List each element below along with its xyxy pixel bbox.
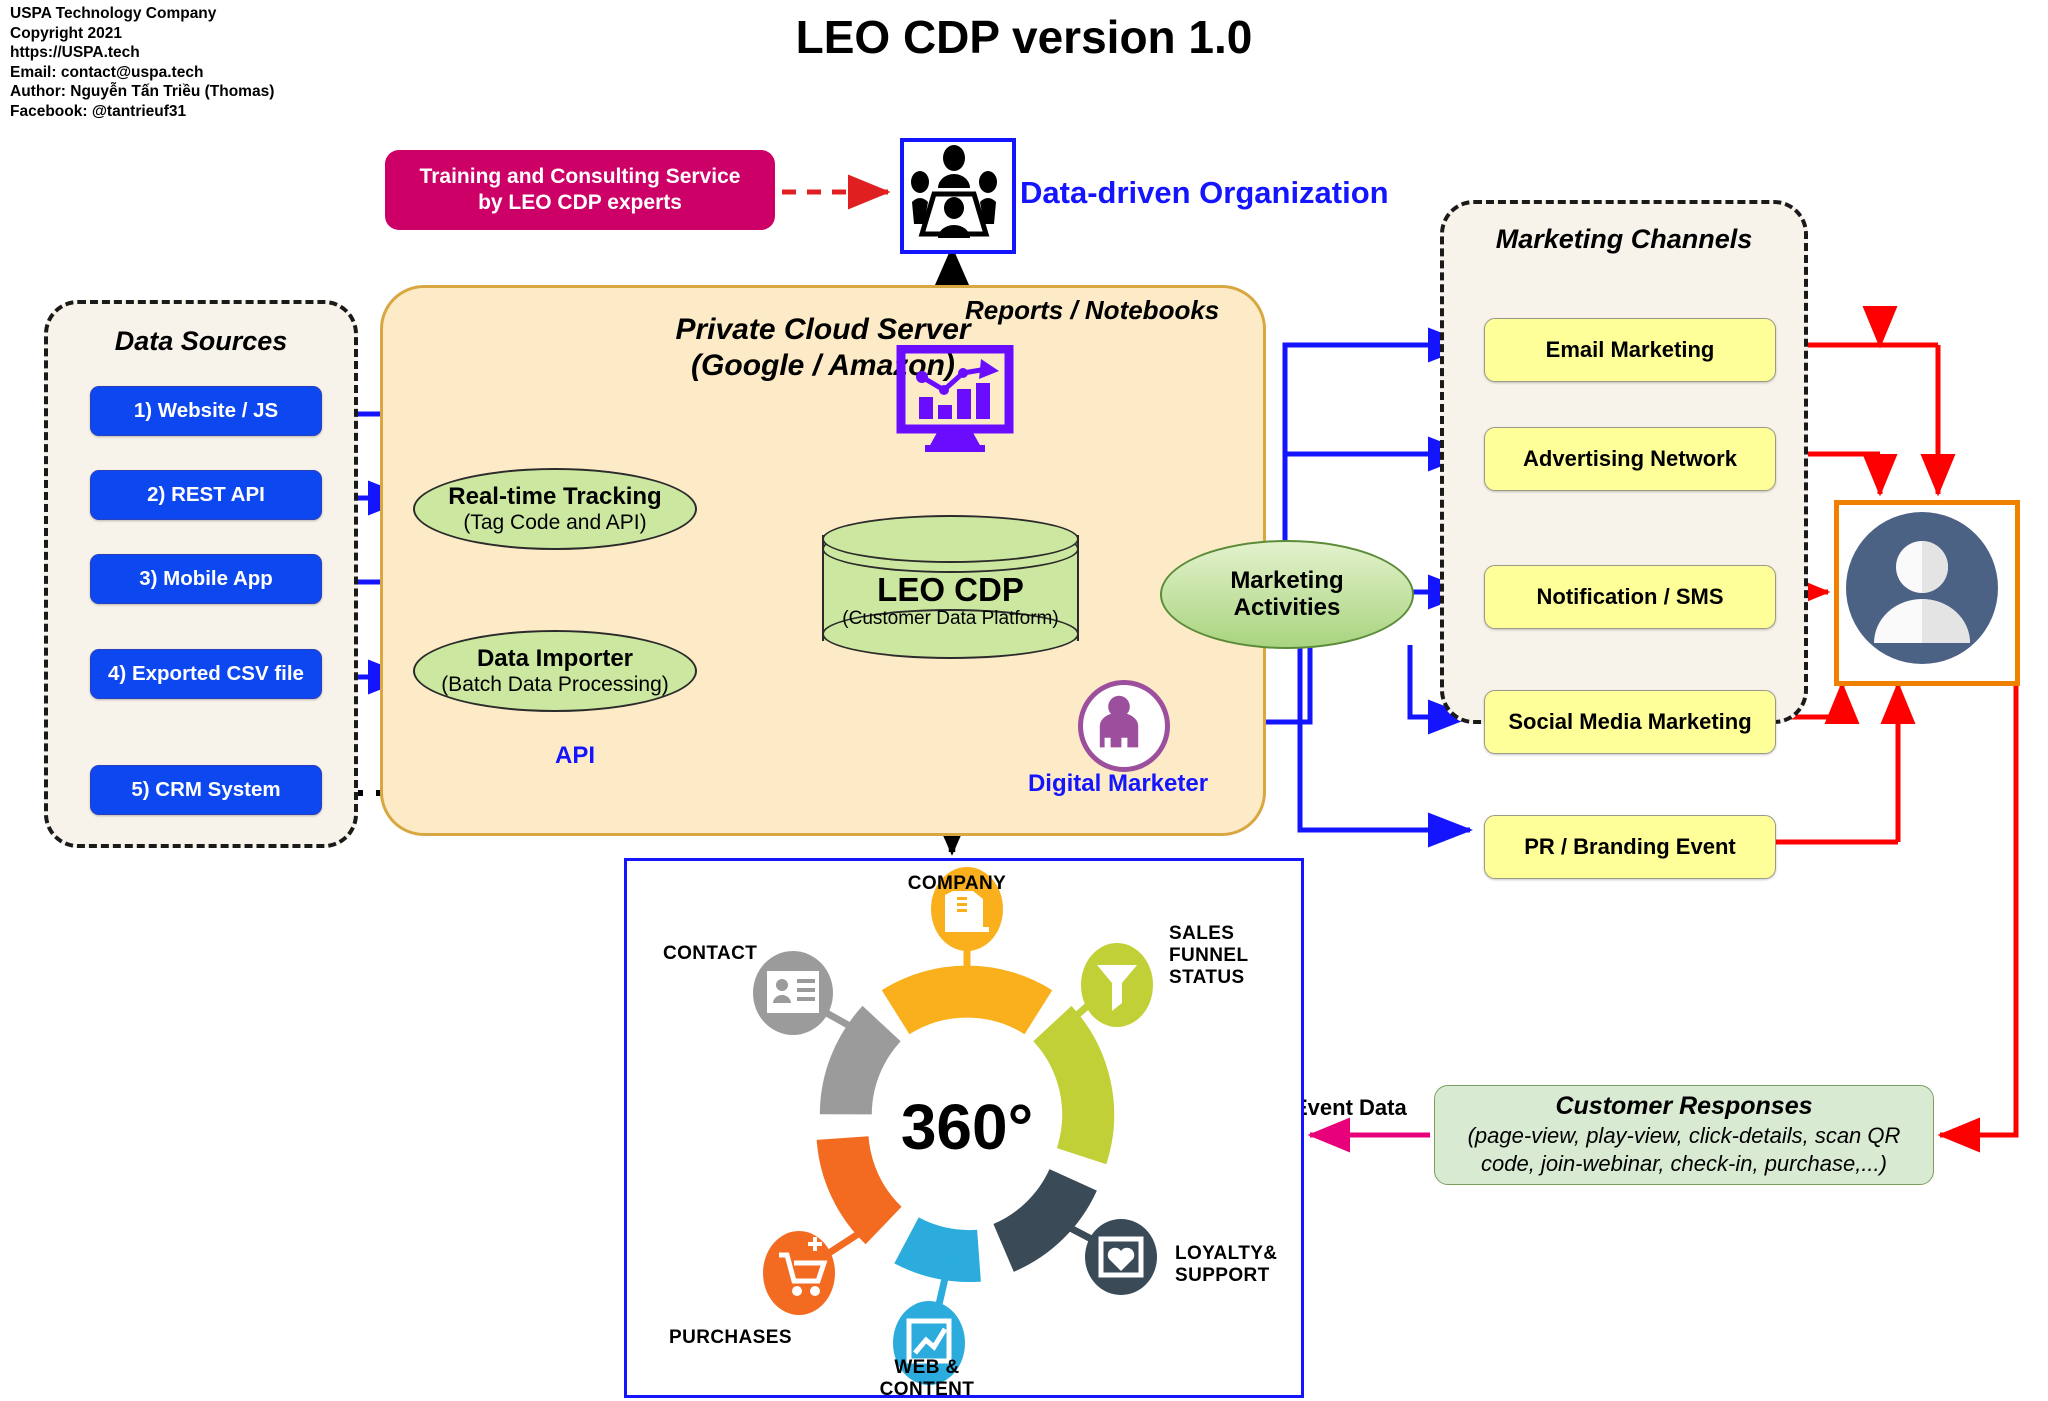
segment-company <box>881 965 1053 1035</box>
data-source-rest-api[interactable]: 2) REST API <box>90 470 322 520</box>
label-contact: CONTACT <box>663 943 758 964</box>
leo-cdp-labels: LEO CDP (Customer Data Platform) <box>822 571 1079 630</box>
digital-marketer-label: Digital Marketer <box>1027 770 1209 797</box>
marketing-activities-node[interactable]: Marketing Activities <box>1160 540 1414 649</box>
data-importer-sub: (Batch Data Processing) <box>441 673 669 696</box>
data-sources-title: Data Sources <box>114 326 288 356</box>
marketing-activities-line1: Marketing <box>1230 566 1344 594</box>
icon-bubble-purchases <box>763 1231 835 1315</box>
data-source-csv[interactable]: 4) Exported CSV file <box>90 649 322 699</box>
cylinder-top <box>822 515 1079 563</box>
donut-center-label: 360° <box>901 1091 1033 1163</box>
segment-purchases <box>816 1135 903 1245</box>
data-source-crm[interactable]: 5) CRM System <box>90 765 322 815</box>
segment-web-content <box>894 1217 981 1283</box>
segment-loyalty-support <box>992 1168 1097 1272</box>
channel-email-marketing[interactable]: Email Marketing <box>1484 318 1776 382</box>
leo-cdp-subtitle: (Customer Data Platform) <box>842 607 1059 629</box>
reports-notebooks-label: Reports / Notebooks <box>965 295 1220 325</box>
marketing-channels-panel: Marketing Channels Email Marketing Adver… <box>1440 200 1808 879</box>
data-importer-title: Data Importer <box>476 645 634 672</box>
digital-marketer-icon <box>1078 680 1170 772</box>
event-data-label: Event Data <box>1293 1095 1407 1120</box>
page-title: LEO CDP version 1.0 <box>795 11 1253 63</box>
leo-cdp-title: LEO CDP <box>877 571 1024 608</box>
data-source-website[interactable]: 1) Website / JS <box>90 386 322 436</box>
channel-social-media-marketing[interactable]: Social Media Marketing <box>1484 690 1776 754</box>
training-line1: Training and Consulting Service <box>419 165 741 189</box>
realtime-tracking-title: Real-time Tracking <box>448 483 662 510</box>
credit-line: Email: contact@uspa.tech <box>10 63 204 81</box>
reports-dashboard-icon <box>895 344 1015 455</box>
data-source-mobile-app[interactable]: 3) Mobile App <box>90 554 322 604</box>
customer-360-panel: 360° COMPANY SALES FUNNEL STATUS LOYALTY& S… <box>624 858 1304 1400</box>
credit-line: Facebook: @tantrieuf31 <box>10 102 187 120</box>
icon-bubble-contact <box>753 951 833 1035</box>
cloud-title-line2: (Google / Amazon) <box>691 349 955 382</box>
data-sources-panel: Data Sources 1) Website / JS 2) REST API… <box>44 300 358 848</box>
label-company: COMPANY <box>907 873 1007 894</box>
customer-responses-box: Customer Responses (page-view, play-view… <box>1434 1085 1934 1185</box>
label-web-content: WEB & CONTENT <box>879 1357 975 1400</box>
training-consulting-box[interactable]: Training and Consulting Service by LEO C… <box>385 150 775 230</box>
data-driven-organization-label: Data-driven Organization <box>1020 175 1389 210</box>
channel-pr-branding-event[interactable]: PR / Branding Event <box>1484 815 1776 879</box>
credit-line: Author: Nguyễn Tấn Triều (Thomas) <box>10 83 275 101</box>
customer-responses-detail-line2: code, join-webinar, check-in, purchase,.… <box>1481 1151 1887 1177</box>
icon-bubble-loyalty <box>1085 1219 1157 1295</box>
channel-notification-sms[interactable]: Notification / SMS <box>1484 565 1776 629</box>
customer-responses-detail-line1: (page-view, play-view, click-details, sc… <box>1467 1122 1901 1148</box>
training-line2: by LEO CDP experts <box>478 191 682 214</box>
data-importer-node[interactable]: Data Importer (Batch Data Processing) <box>413 630 697 712</box>
label-sales-funnel: SALES FUNNEL STATUS <box>1169 923 1249 988</box>
label-purchases: PURCHASES <box>669 1327 792 1348</box>
data-driven-organization-icon <box>900 138 1016 254</box>
customer-responses-title: Customer Responses <box>1555 1091 1813 1120</box>
marketing-activities-line2: Activities <box>1233 593 1341 621</box>
icon-bubble-sales-funnel <box>1081 943 1153 1027</box>
label-loyalty-support: LOYALTY& SUPPORT <box>1175 1243 1278 1286</box>
channel-advertising-network[interactable]: Advertising Network <box>1484 427 1776 491</box>
customer-avatar <box>1834 500 2020 686</box>
realtime-tracking-sub: (Tag Code and API) <box>463 511 647 534</box>
realtime-tracking-node[interactable]: Real-time Tracking (Tag Code and API) <box>413 468 697 550</box>
api-label: API <box>555 742 596 769</box>
marketing-channels-title: Marketing Channels <box>1495 224 1753 254</box>
segment-sales-funnel <box>1032 1005 1115 1165</box>
leo-cdp-datastore[interactable]: LEO CDP (Customer Data Platform) <box>822 513 1079 663</box>
